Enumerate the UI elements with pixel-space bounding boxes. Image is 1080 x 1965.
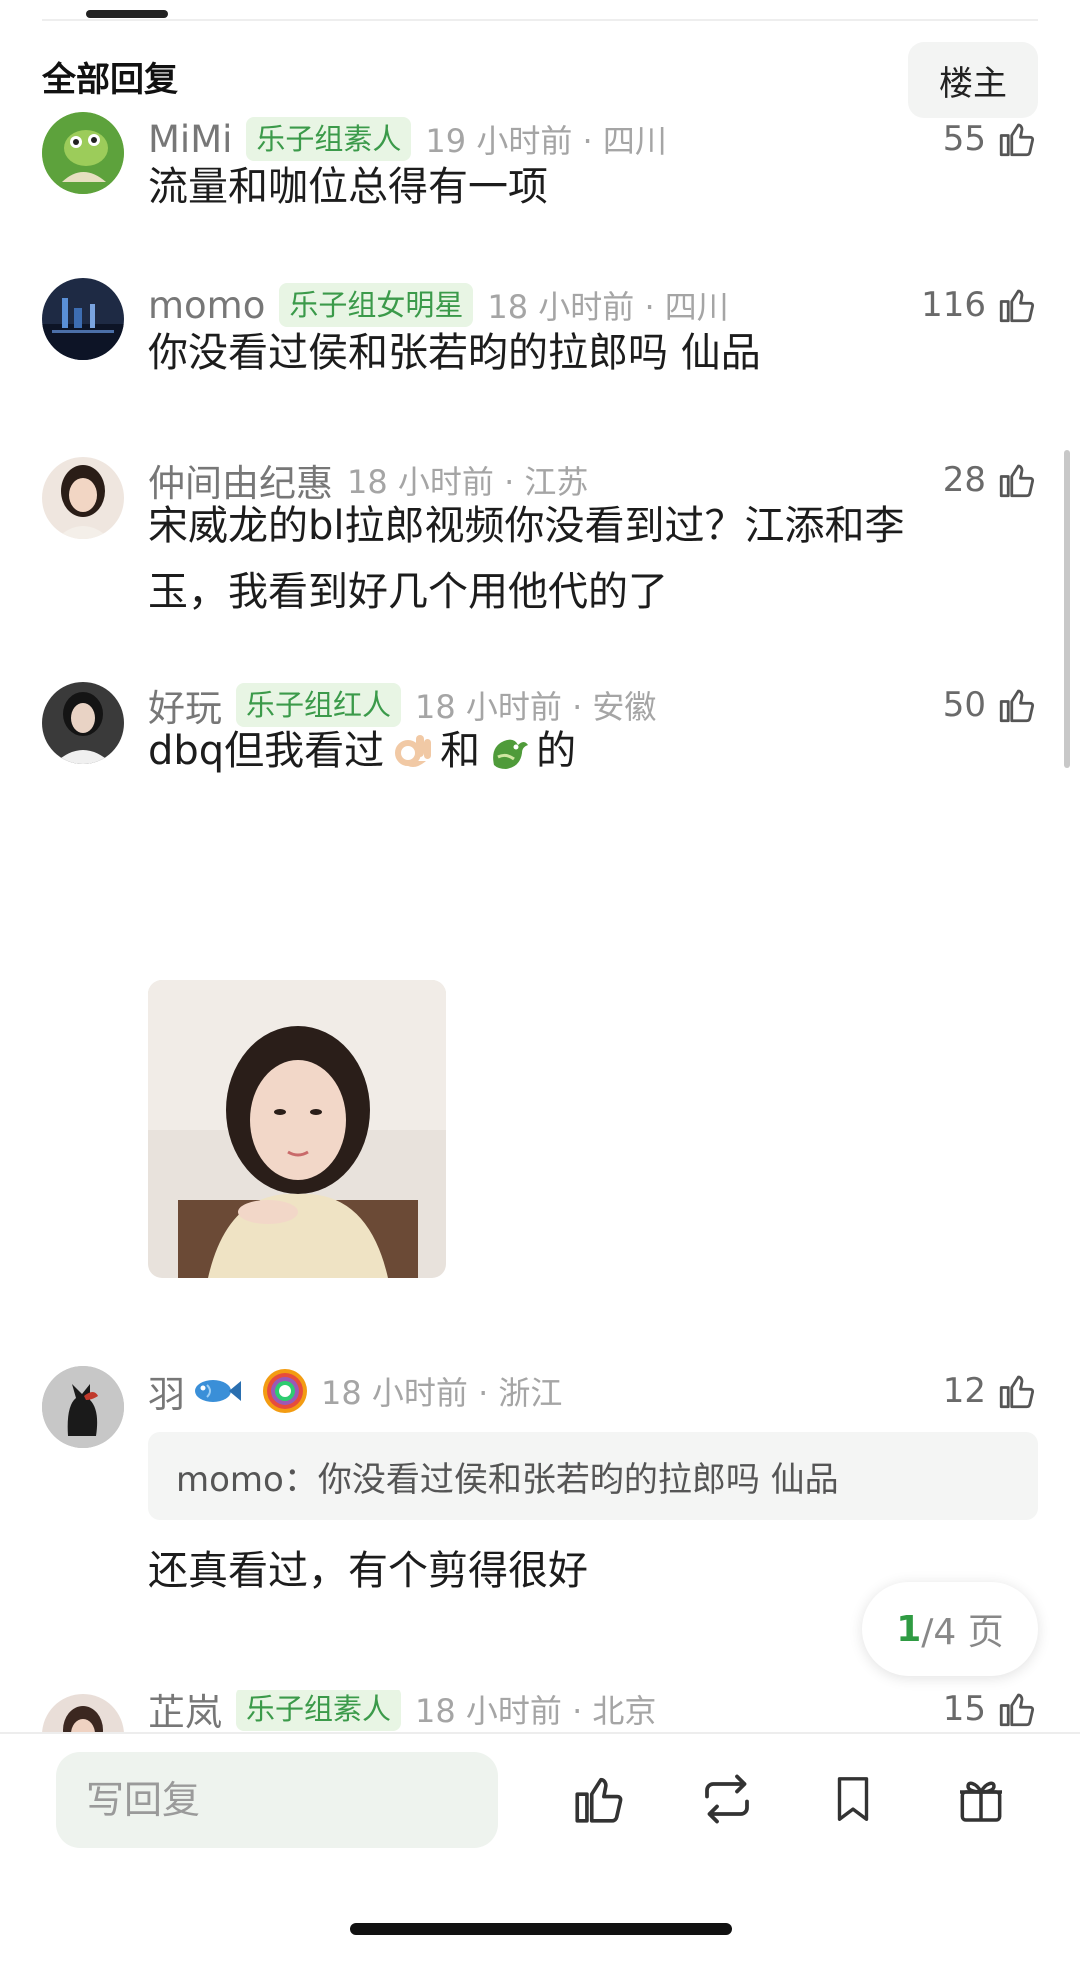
owner-filter-button[interactable]: 楼主 [908,42,1038,118]
scrollbar[interactable] [1064,450,1070,768]
bookmark-button[interactable] [820,1766,886,1832]
thumbs-up-icon [999,1693,1035,1727]
repost-button[interactable] [694,1766,760,1832]
comment-image[interactable] [148,980,446,1278]
comment-text-part: 和 [440,728,481,774]
quoted-reply[interactable]: momo：你没看过侯和张若昀的拉郎吗 仙品 [148,1432,1038,1520]
avatar[interactable] [42,457,124,539]
comment-text-part: dbq但我看过 [148,728,385,774]
bottom-action-bar [0,1732,1080,1965]
gift-icon [960,1781,1002,1822]
dragon-emoji-icon [493,739,529,769]
girl-avatar-icon [42,1694,124,1732]
frog-avatar-icon [42,112,124,194]
comment-meta: 芷岚 乐子组素人 18 小时前 · 北京 [148,1690,656,1732]
time-location: 18 小时前 · 北京 [415,1692,657,1730]
like-count: 12 [942,1371,986,1411]
comment-text-part: 的 [536,728,577,774]
comment-text: 宋威龙的bl拉郎视频你没看到过？江添和李 玉，我看到好几个用他代的了 [148,493,1028,625]
gift-button[interactable] [948,1766,1014,1832]
like-button[interactable]: 12 [943,1366,1038,1416]
avatar[interactable] [42,1694,124,1732]
comment-text: 流量和咖位总得有一项 [148,164,548,210]
like-count: 116 [921,285,986,325]
portrait-photo-image [148,980,446,1278]
time-location: 18 小时前 · 浙江 [321,1374,563,1412]
comment-item: 仲间由纪惠 18 小时前 · 江苏 28 宋威龙的bl拉郎视频你没看到过？江添和… [0,443,1080,663]
username[interactable]: 羽 [148,1364,185,1418]
total-pages: /4 页 [921,1612,1004,1653]
repost-icon [705,1774,749,1824]
pagination-indicator[interactable]: 1 /4 页 [862,1582,1038,1676]
avatar[interactable] [42,682,124,764]
cat-avatar-icon [42,1366,124,1448]
fish-icon [195,1380,241,1402]
username[interactable]: 芷岚 [148,1690,222,1732]
woman-dark-avatar-icon [42,682,124,764]
thumbs-up-icon [575,1777,623,1823]
top-tab-indicator [86,10,168,18]
reply-input[interactable] [56,1752,498,1848]
comment-meta: 羽 18 小时前 · 浙江 [148,1366,562,1416]
comment-item: 羽 18 小时前 · 浙江 12 momo：你没看过侯和张若昀的拉郎吗 仙品 还… [0,1366,1080,1606]
like-count: 15 [942,1690,986,1729]
like-count: 55 [942,119,986,159]
thumbs-up-icon [999,1375,1035,1409]
comment-text: dbq但我看过 和 的 [148,718,1028,784]
like-post-button[interactable] [566,1766,632,1832]
comment-text-line: 宋威龙的bl拉郎视频你没看到过？江添和李 [148,503,905,549]
home-indicator [350,1923,732,1935]
user-badge: 乐子组素人 [236,1690,402,1731]
avatar[interactable] [42,278,124,360]
city-night-avatar-icon [42,278,124,360]
girl-portrait-avatar-icon [42,457,124,539]
current-page: 1 [896,1608,922,1650]
ok-hand-emoji-icon [395,735,432,767]
avatar[interactable] [42,1366,124,1448]
bookmark-icon [837,1777,869,1821]
like-button[interactable]: 15 [943,1690,1038,1732]
comment-item: MiMi 乐子组素人 19 小时前 · 四川 55 流量和咖位总得有一项 [0,110,1080,270]
comment-text-line: 玉，我看到好几个用他代的了 [148,569,668,615]
section-title: 全部回复 [42,60,178,100]
avatar[interactable] [42,112,124,194]
comment-item: momo 乐子组女明星 18 小时前 · 四川 116 你没看过侯和张若昀的拉郎… [0,276,1080,436]
rainbow-badge-icon [263,1369,307,1413]
comment-item: 芷岚 乐子组素人 18 小时前 · 北京 15 [0,1690,1080,1732]
top-divider [42,19,1038,21]
comment-text: 你没看过侯和张若昀的拉郎吗 仙品 [148,330,761,376]
